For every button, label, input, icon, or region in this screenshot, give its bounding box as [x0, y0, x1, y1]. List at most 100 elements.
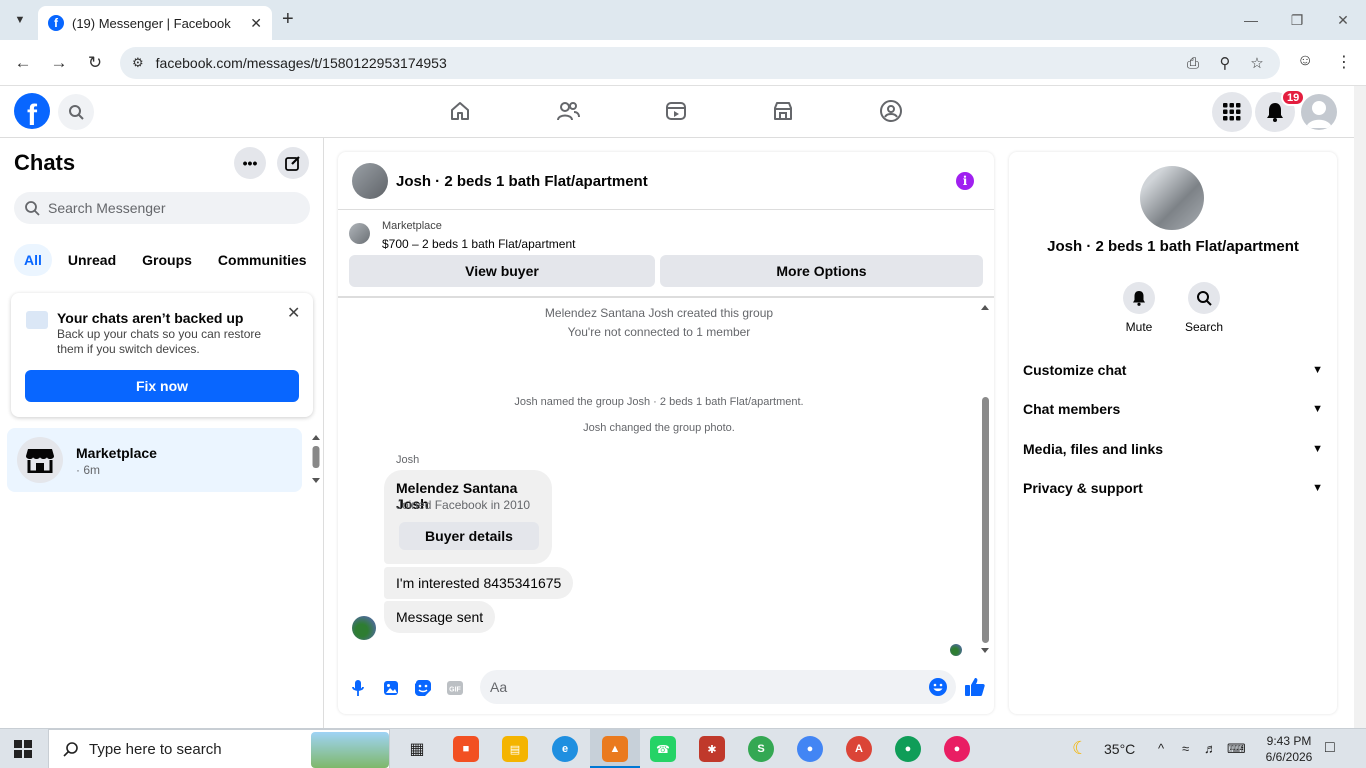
- profile-icon[interactable]: ☺: [1297, 52, 1313, 70]
- chat-members-section[interactable]: Chat members ▼: [1023, 391, 1323, 427]
- group-photo[interactable]: [1140, 166, 1204, 230]
- tray-expand-icon[interactable]: ^: [1158, 741, 1164, 756]
- groups-icon[interactable]: [878, 98, 904, 124]
- wifi-icon[interactable]: ≈: [1182, 741, 1189, 756]
- chevron-down-icon: ▼: [1312, 443, 1323, 455]
- minimize-icon[interactable]: —: [1228, 0, 1274, 40]
- group-avatar[interactable]: [352, 163, 388, 199]
- bookmark-star-icon[interactable]: ☆: [1248, 54, 1266, 72]
- close-window-icon[interactable]: ✕: [1320, 0, 1366, 40]
- message-input[interactable]: [490, 679, 890, 695]
- tab-search-icon[interactable]: ▼: [8, 8, 32, 32]
- photo-icon[interactable]: [381, 678, 401, 698]
- chrome-profile-icon[interactable]: A: [846, 736, 872, 762]
- search-icon[interactable]: [58, 94, 94, 130]
- emoji-icon[interactable]: [928, 677, 948, 702]
- taskbar-search[interactable]: Type here to search: [48, 729, 390, 768]
- listing-thumbnail[interactable]: [349, 223, 370, 244]
- url-text[interactable]: facebook.com/messages/t/1580122953174953: [156, 55, 1184, 71]
- browser-toolbar: ← → ↻ ⚙ facebook.com/messages/t/15801229…: [0, 40, 1366, 86]
- edge-browser-icon[interactable]: e: [552, 736, 578, 762]
- facebook-logo-icon[interactable]: f: [14, 93, 50, 129]
- thumbs-up-icon[interactable]: [964, 676, 986, 698]
- backup-icon: [26, 311, 48, 329]
- back-arrow-icon[interactable]: ←: [10, 50, 36, 76]
- more-options-icon[interactable]: •••: [234, 147, 266, 179]
- app-icon[interactable]: ✱: [699, 736, 725, 762]
- chat-filters: All Unread Groups Communities: [14, 244, 323, 276]
- messenger-search[interactable]: [14, 192, 310, 224]
- browser-menu-icon[interactable]: ⋮: [1336, 52, 1352, 72]
- chat-list-scrollbar[interactable]: [311, 433, 321, 485]
- microphone-icon[interactable]: [348, 678, 368, 698]
- fix-now-button[interactable]: Fix now: [25, 370, 299, 402]
- active-app-icon[interactable]: ▲: [602, 736, 628, 762]
- bell-icon[interactable]: [1123, 282, 1155, 314]
- search-icon[interactable]: [1188, 282, 1220, 314]
- address-bar[interactable]: ⚙ facebook.com/messages/t/15801229531749…: [120, 47, 1280, 79]
- page-scrollbar[interactable]: [1354, 86, 1366, 728]
- chat-item-marketplace[interactable]: Marketplace · 6m: [7, 428, 302, 492]
- conversation-title[interactable]: Josh · 2 beds 1 bath Flat/apartment: [396, 173, 648, 190]
- more-options-button[interactable]: More Options: [660, 255, 983, 287]
- chrome-profile-icon[interactable]: S: [748, 736, 774, 762]
- microsoft-store-icon[interactable]: ■: [453, 736, 479, 762]
- install-app-icon[interactable]: ⎙: [1184, 55, 1202, 72]
- weather-temperature[interactable]: 35°C: [1104, 741, 1135, 757]
- volume-icon[interactable]: ♬: [1204, 741, 1217, 756]
- gif-icon[interactable]: GIF: [445, 678, 465, 698]
- view-buyer-button[interactable]: View buyer: [349, 255, 655, 287]
- new-message-icon[interactable]: [277, 147, 309, 179]
- menu-grid-icon[interactable]: [1212, 92, 1252, 132]
- browser-tab-messenger[interactable]: f (19) Messenger | Facebook ✕: [38, 6, 272, 40]
- listing-title[interactable]: $700 – 2 beds 1 bath Flat/apartment: [382, 237, 575, 251]
- filter-groups[interactable]: Groups: [132, 244, 202, 276]
- filter-all[interactable]: All: [14, 244, 52, 276]
- video-icon[interactable]: [663, 98, 689, 124]
- filter-communities[interactable]: Communities: [208, 244, 317, 276]
- close-icon[interactable]: ✕: [287, 303, 300, 323]
- chats-sidebar: Chats ••• All Unread Groups Communities …: [0, 138, 324, 728]
- filter-unread[interactable]: Unread: [58, 244, 126, 276]
- site-info-icon[interactable]: ⚙: [132, 55, 144, 71]
- whatsapp-icon[interactable]: ☎: [650, 736, 676, 762]
- chrome-profile-icon[interactable]: ●: [944, 736, 970, 762]
- buyer-profile-card: Melendez Santana Josh Joined Facebook in…: [384, 470, 552, 564]
- message-input-box[interactable]: [480, 670, 956, 704]
- zoom-icon[interactable]: ⚲: [1216, 54, 1234, 72]
- message-scrollbar[interactable]: [980, 302, 990, 658]
- sticker-icon[interactable]: [413, 678, 433, 698]
- mute-action[interactable]: Mute: [1109, 282, 1169, 334]
- friends-icon[interactable]: [555, 98, 581, 124]
- message-bubble[interactable]: Message sent: [384, 601, 496, 633]
- task-view-icon[interactable]: ▦: [404, 736, 430, 762]
- marketplace-icon[interactable]: [770, 98, 796, 124]
- chats-title: Chats: [14, 150, 76, 175]
- restore-icon[interactable]: ❐: [1274, 0, 1320, 40]
- close-tab-icon[interactable]: ✕: [250, 15, 262, 32]
- search-messenger-input[interactable]: [48, 200, 288, 216]
- search-action[interactable]: Search: [1174, 282, 1234, 334]
- account-avatar[interactable]: [1301, 94, 1337, 130]
- keyboard-language-icon[interactable]: ⌨: [1227, 741, 1246, 757]
- buyer-details-button[interactable]: Buyer details: [399, 522, 539, 550]
- file-explorer-icon[interactable]: ▤: [502, 736, 528, 762]
- notifications-center-icon[interactable]: □: [1325, 739, 1335, 757]
- info-icon[interactable]: i: [956, 172, 974, 190]
- privacy-support-section[interactable]: Privacy & support ▼: [1023, 470, 1323, 506]
- scrollbar-thumb[interactable]: [982, 397, 989, 643]
- windows-start-icon[interactable]: [14, 740, 32, 758]
- forward-arrow-icon[interactable]: →: [46, 50, 72, 76]
- new-tab-icon[interactable]: +: [282, 8, 294, 31]
- chrome-profile-icon[interactable]: ●: [895, 736, 921, 762]
- media-files-links-section[interactable]: Media, files and links ▼: [1023, 431, 1323, 467]
- home-icon[interactable]: [447, 98, 473, 124]
- marketplace-listing-bar: Marketplace $700 – 2 beds 1 bath Flat/ap…: [338, 210, 994, 298]
- reload-icon[interactable]: ↻: [82, 50, 108, 76]
- weather-moon-icon[interactable]: ☾: [1072, 738, 1088, 759]
- chrome-profile-icon[interactable]: ●: [797, 736, 823, 762]
- sender-avatar[interactable]: [352, 616, 376, 640]
- taskbar-clock[interactable]: 9:43 PM 6/6/2026: [1256, 733, 1322, 765]
- customize-chat-section[interactable]: Customize chat ▼: [1023, 352, 1323, 388]
- message-bubble[interactable]: I'm interested 8435341675: [384, 567, 574, 599]
